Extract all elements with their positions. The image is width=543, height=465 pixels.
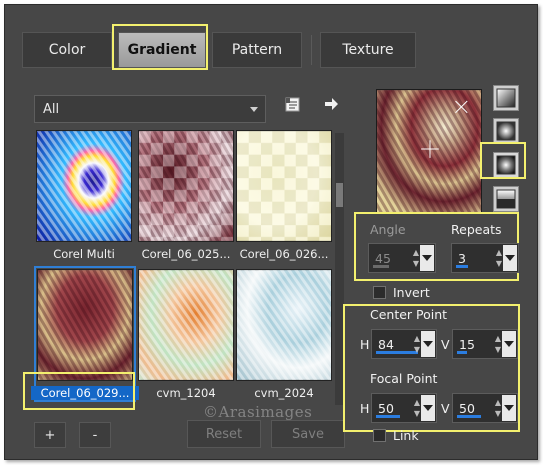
save-label: Save xyxy=(292,426,324,442)
rectangular-style-icon xyxy=(496,121,516,141)
tab-label: Texture xyxy=(342,42,394,58)
gradient-thumb-label: cvm_1204 xyxy=(156,386,216,400)
tab-label: Gradient xyxy=(127,42,197,58)
center-h-value: 84 xyxy=(378,337,394,352)
reset-label: Reset xyxy=(205,426,243,442)
watermark-text: ©Arasimages xyxy=(203,403,313,421)
gradient-thumb-corel-multi[interactable]: Corel Multi xyxy=(36,130,132,261)
center-v-slider-bar[interactable] xyxy=(457,351,467,354)
repeats-label: Repeats xyxy=(451,222,502,237)
center-v-spinbox[interactable]: 15 ▲ ▼ xyxy=(452,329,518,359)
scrollbar-thumb[interactable] xyxy=(336,183,343,207)
linear-style-button[interactable] xyxy=(493,85,519,111)
library-filter-dropdown[interactable]: All xyxy=(34,95,266,123)
gradient-swatch xyxy=(236,269,332,381)
center-h-label: H xyxy=(360,337,370,352)
link-checkbox[interactable] xyxy=(373,429,386,442)
tab-divider xyxy=(311,35,312,65)
rectangular-style-button[interactable] xyxy=(493,118,519,144)
sunburst-style-icon xyxy=(496,155,516,175)
gradient-thumb-label: Corel_06_025... xyxy=(141,247,231,261)
angle-slider-bar[interactable] xyxy=(373,265,389,268)
invert-checkbox[interactable] xyxy=(373,286,386,299)
tab-label: Pattern xyxy=(231,42,283,58)
center-v-dropdown-arrow[interactable] xyxy=(502,331,516,357)
repeats-spinbox[interactable]: 3 ▲ ▼ xyxy=(451,243,519,273)
tab-gradient[interactable]: Gradient xyxy=(118,32,206,68)
linear-style-icon xyxy=(496,88,516,108)
remove-label: - xyxy=(92,427,98,443)
gradient-swatch xyxy=(138,269,234,381)
center-v-value: 15 xyxy=(459,337,475,352)
tab-pattern[interactable]: Pattern xyxy=(212,32,302,68)
gradient-thumb-label: Corel Multi xyxy=(53,247,115,261)
gradient-thumb-cvm-1204[interactable]: cvm_1204 xyxy=(138,269,234,400)
gradient-thumb-label: cvm_2024 xyxy=(254,386,314,400)
tab-color[interactable]: Color xyxy=(22,32,112,68)
chevron-down-icon xyxy=(250,107,258,112)
open-folder-icon[interactable] xyxy=(284,96,302,114)
radial-style-button[interactable] xyxy=(493,186,519,212)
focal-v-spinbox[interactable]: 50 ▲ ▼ xyxy=(452,393,518,423)
sunburst-style-button[interactable] xyxy=(493,152,519,178)
arrow-right-icon[interactable] xyxy=(323,96,339,112)
center-h-spinbox[interactable]: 84 ▲ ▼ xyxy=(371,329,437,359)
gradient-swatch xyxy=(236,130,332,242)
center-point-label: Center Point xyxy=(370,307,448,322)
angle-value: 45 xyxy=(375,251,391,266)
material-properties-dialog: Color Gradient Pattern Texture All Corel… xyxy=(4,4,538,460)
save-button[interactable]: Save xyxy=(271,420,345,448)
gradient-swatch xyxy=(138,130,234,242)
library-filter-value: All xyxy=(43,101,60,117)
radial-style-icon xyxy=(496,189,516,209)
gradient-thumb-corel-06-029[interactable]: Corel_06_029... xyxy=(31,269,139,400)
focal-h-spinbox[interactable]: 50 ▲ ▼ xyxy=(371,393,437,423)
reset-button[interactable]: Reset xyxy=(187,420,261,448)
angle-spinbox[interactable]: 45 ▲ ▼ xyxy=(368,243,436,273)
repeats-slider-bar[interactable] xyxy=(456,265,468,268)
gradient-preview[interactable] xyxy=(376,89,482,214)
gradient-thumb-corel-06-025[interactable]: Corel_06_025... xyxy=(138,130,234,261)
repeats-dropdown-arrow[interactable] xyxy=(503,245,517,271)
angle-label: Angle xyxy=(370,222,406,237)
gradient-preview-image xyxy=(377,90,481,213)
focal-v-slider-bar[interactable] xyxy=(457,415,481,418)
center-v-label: V xyxy=(441,337,450,352)
focal-v-value: 50 xyxy=(459,401,475,416)
focal-point-label: Focal Point xyxy=(370,371,438,386)
gradient-thumb-cvm-2024[interactable]: cvm_2024 xyxy=(236,269,332,400)
invert-label: Invert xyxy=(393,285,430,300)
gradient-thumb-label: Corel_06_026... xyxy=(239,247,329,261)
gradient-thumb-label: Corel_06_029... xyxy=(31,386,139,400)
tab-texture[interactable]: Texture xyxy=(320,32,416,68)
focal-v-label: V xyxy=(441,401,450,416)
link-label: Link xyxy=(393,428,419,443)
repeats-value: 3 xyxy=(458,251,466,266)
focal-h-value: 50 xyxy=(378,401,394,416)
add-label: + xyxy=(44,427,56,443)
angle-dropdown-arrow[interactable] xyxy=(420,245,434,271)
tab-label: Color xyxy=(48,42,86,58)
focal-h-label: H xyxy=(360,401,370,416)
focal-h-dropdown-arrow[interactable] xyxy=(421,395,435,421)
add-gradient-button[interactable]: + xyxy=(34,422,66,448)
focal-v-dropdown-arrow[interactable] xyxy=(502,395,516,421)
library-scrollbar[interactable] xyxy=(335,133,344,405)
gradient-swatch xyxy=(37,269,133,381)
gradient-swatch xyxy=(36,130,132,242)
center-h-dropdown-arrow[interactable] xyxy=(421,331,435,357)
gradient-thumb-corel-06-026[interactable]: Corel_06_026... xyxy=(236,130,332,261)
focal-h-slider-bar[interactable] xyxy=(376,415,400,418)
remove-gradient-button[interactable]: - xyxy=(79,422,111,448)
